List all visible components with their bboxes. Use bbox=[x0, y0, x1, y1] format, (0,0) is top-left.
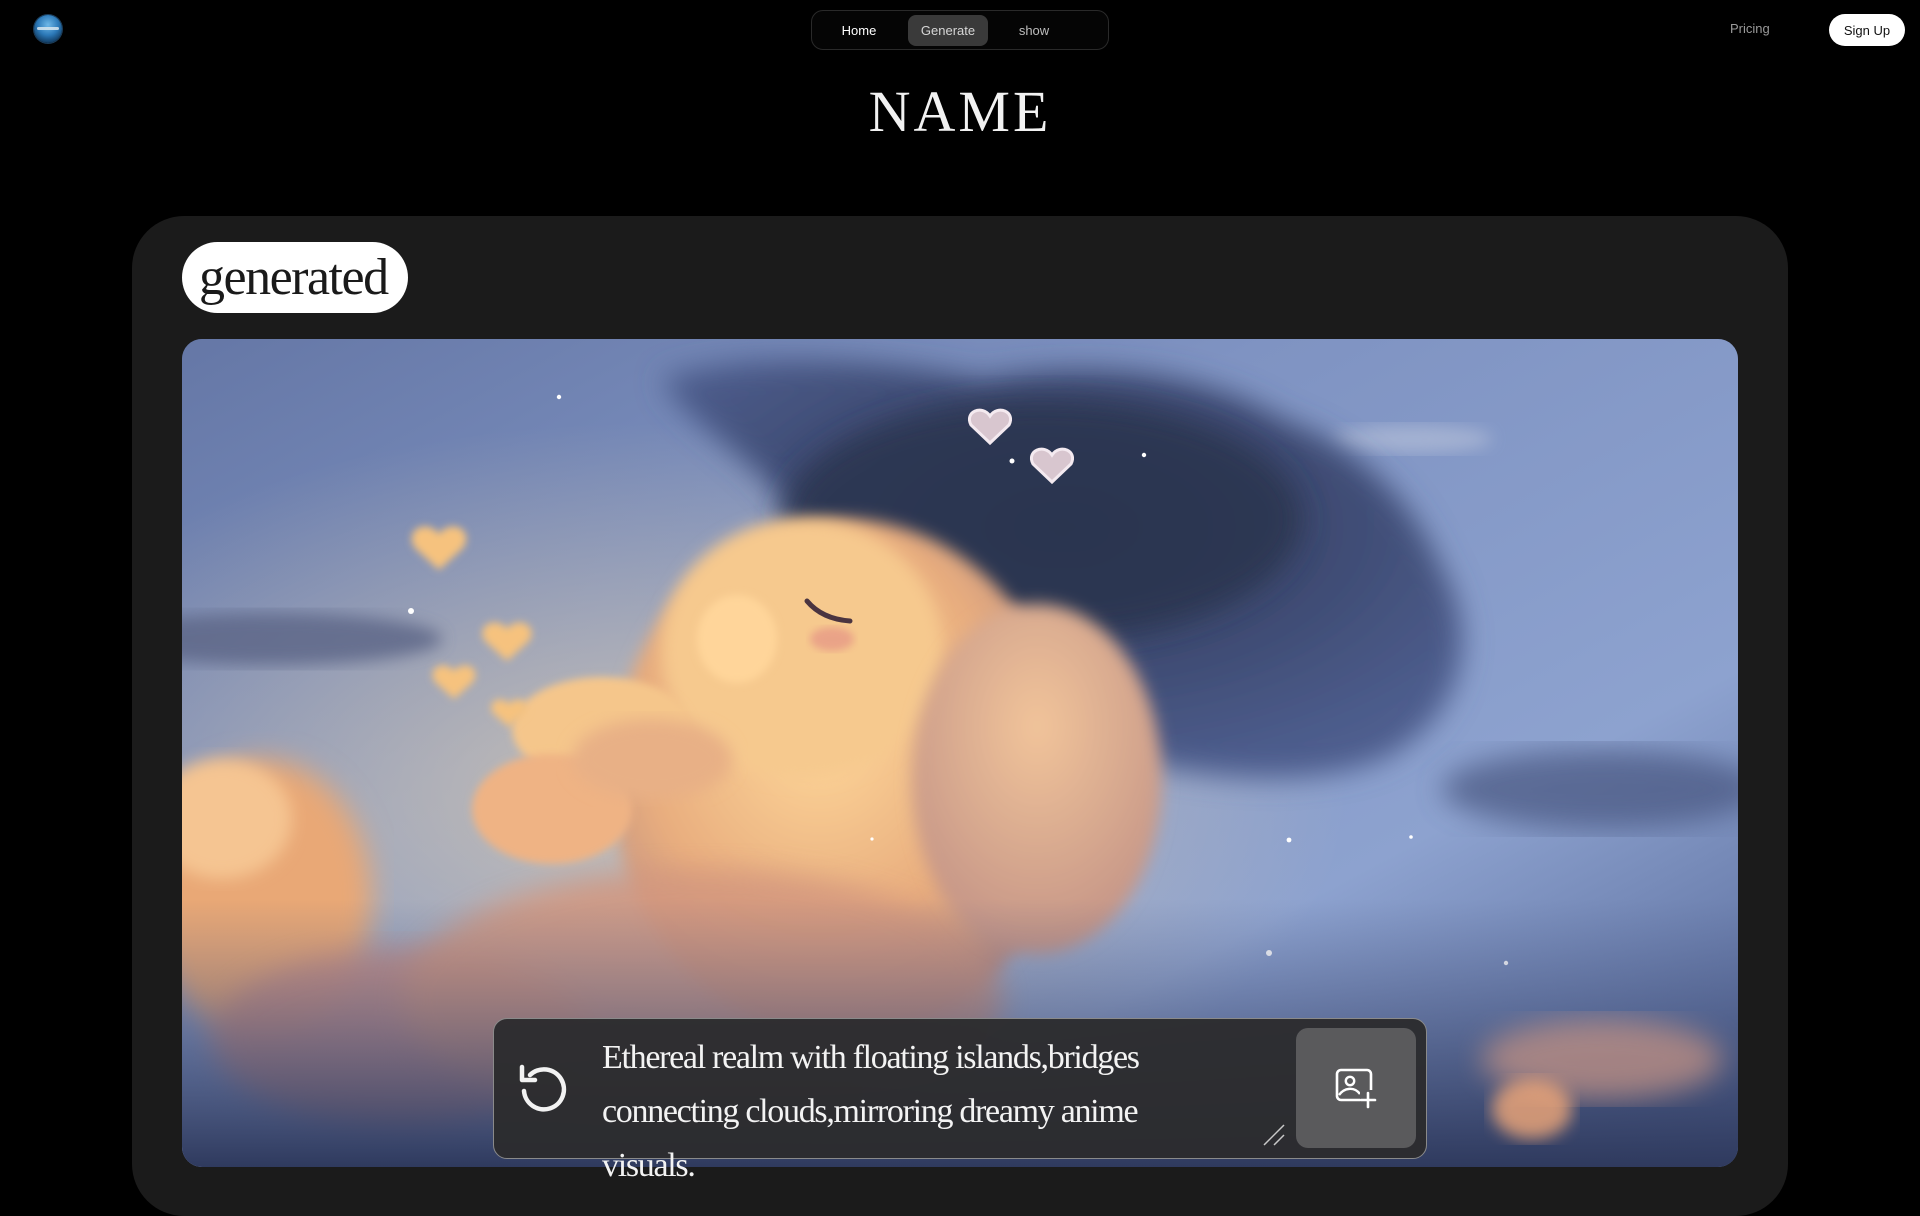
main-nav: Home Generate show bbox=[811, 10, 1109, 50]
prompt-bar: Ethereal realm with floating islands,bri… bbox=[493, 1018, 1427, 1184]
prompt-line-2: connecting clouds,mirroring dreamy anime… bbox=[602, 1093, 1139, 1184]
nav-generate[interactable]: Generate bbox=[908, 14, 988, 46]
pricing-link[interactable]: Pricing bbox=[1730, 21, 1770, 36]
result-panel: generated Ethereal realm with floating i… bbox=[132, 216, 1788, 1216]
prompt-line-1: Ethereal realm with floating islands,bri… bbox=[602, 1039, 1140, 1076]
generated-badge: generated bbox=[182, 242, 408, 313]
sign-up-button[interactable]: Sign Up bbox=[1829, 14, 1905, 46]
prompt-text[interactable]: Ethereal realm with floating islands,bri… bbox=[602, 1031, 1222, 1193]
nav-show[interactable]: show bbox=[990, 15, 1078, 46]
image-add-icon bbox=[1335, 1068, 1377, 1109]
nav-home[interactable]: Home bbox=[816, 15, 902, 46]
resize-handle-icon[interactable] bbox=[1262, 1123, 1286, 1147]
page-title: NAME bbox=[868, 79, 1052, 144]
refresh-icon[interactable] bbox=[516, 1061, 570, 1115]
image-add-button[interactable] bbox=[1296, 1028, 1416, 1148]
logo-icon[interactable] bbox=[34, 15, 62, 43]
